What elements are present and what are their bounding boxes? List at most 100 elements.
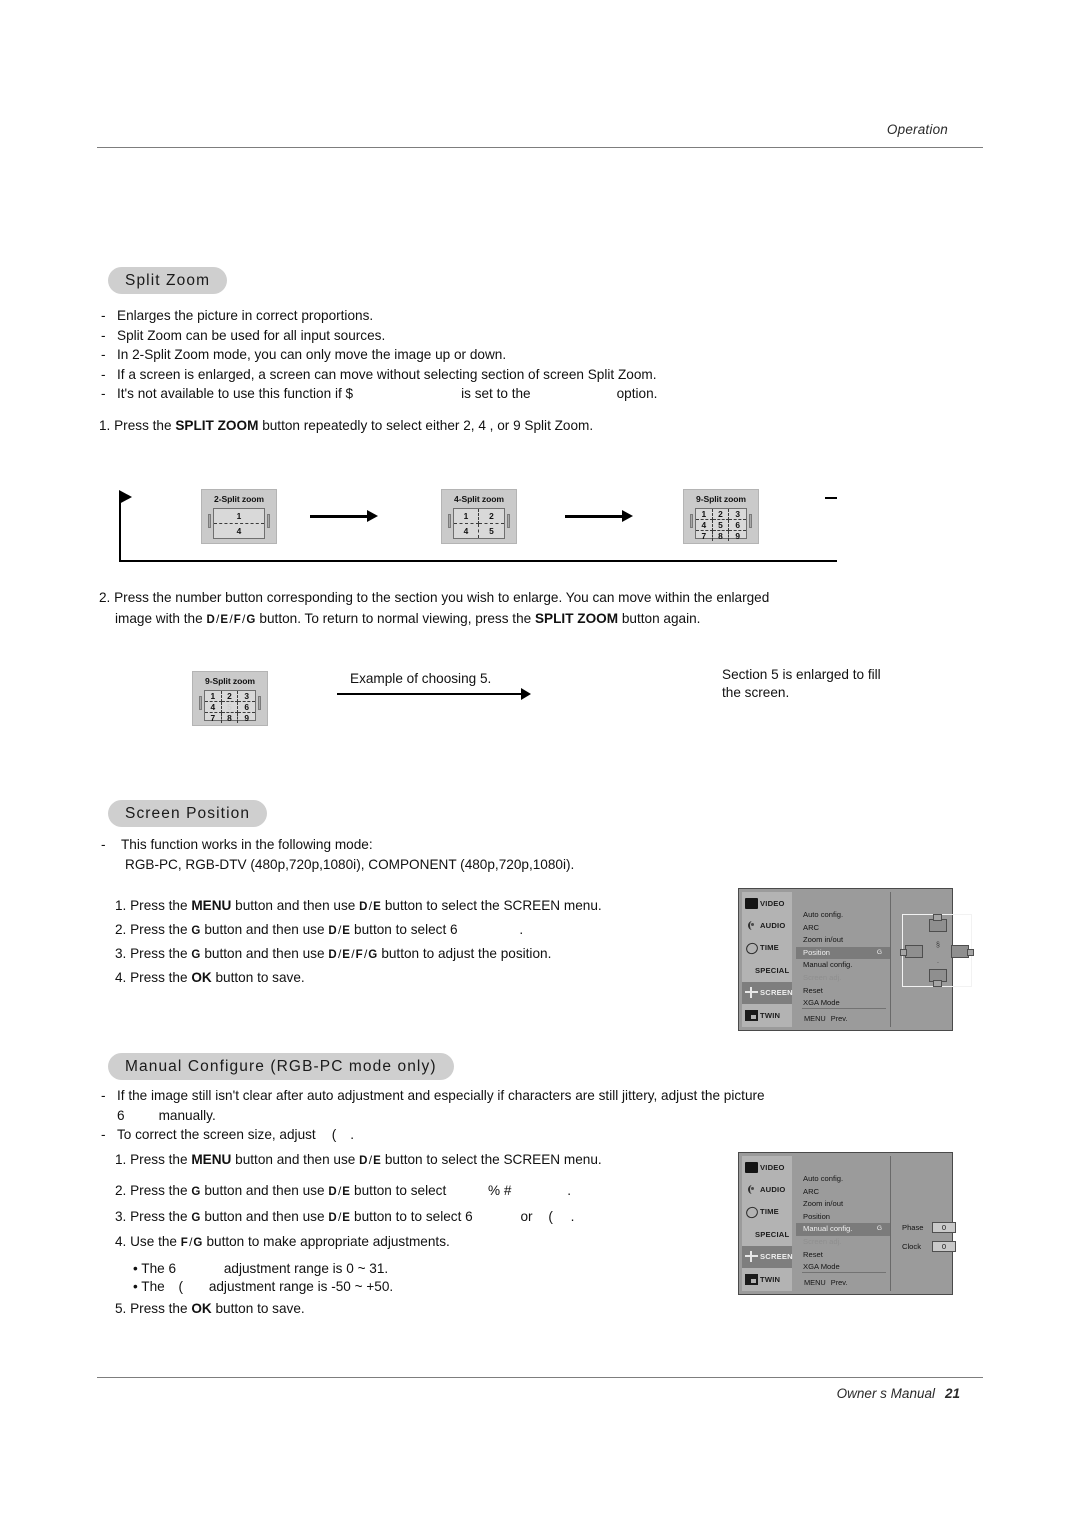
step1-b: button repeatedly to select either 2, 4 … bbox=[262, 418, 594, 433]
osd-prev-label: Prev. bbox=[830, 1278, 848, 1287]
osd-menu-label: Reset bbox=[803, 1249, 823, 1259]
step-suffix: button to make appropriate adjustments. bbox=[206, 1234, 450, 1249]
list-item: Enlarges the picture in correct proporti… bbox=[99, 306, 657, 326]
osd-menu-item-zoom-in-out[interactable]: Zoom in/out bbox=[796, 1198, 890, 1211]
osd-sidebar-item-time[interactable]: TIME bbox=[742, 1201, 792, 1223]
tile-grid: 1 2 3 4 5 6 7 8 9 bbox=[204, 690, 256, 723]
split-zoom-step-1: 1. Press the SPLIT ZOOM button repeatedl… bbox=[99, 416, 593, 436]
osd-menu-label: Manual config. bbox=[803, 960, 853, 970]
osd-sidebar-item-special[interactable]: SPECIAL bbox=[742, 1223, 792, 1245]
step2-a: image with the bbox=[115, 611, 203, 626]
grid-cell: 1 bbox=[454, 509, 479, 524]
tile-caption: 4-Split zoom bbox=[454, 494, 504, 504]
menu-button-name: MENU bbox=[191, 898, 232, 913]
osd-sidebar-item-audio[interactable]: AUDIO bbox=[742, 914, 792, 936]
step-mid: button and then use bbox=[204, 946, 325, 961]
osd-menu-item-position[interactable]: Position G bbox=[796, 946, 890, 960]
osd-sidebar-item-time[interactable]: TIME bbox=[742, 937, 792, 959]
shift-right-icon[interactable] bbox=[951, 945, 974, 958]
note2-a: To correct the screen size, adjust bbox=[117, 1127, 316, 1143]
osd-sidebar-item-screen[interactable]: SCREEN bbox=[742, 1245, 793, 1268]
osd-sidebar-label: TWIN bbox=[760, 1010, 781, 1020]
list-item: To correct the screen size, adjust (. bbox=[99, 1125, 765, 1145]
tv-nub-left bbox=[448, 514, 451, 528]
key-right-icon: G bbox=[246, 614, 256, 626]
shift-up-icon[interactable] bbox=[929, 914, 947, 932]
step-suffix: button to adjust the position. bbox=[381, 946, 552, 961]
list-item-continued: 6 manually. bbox=[99, 1106, 765, 1126]
osd-menu-divider bbox=[802, 1272, 886, 1273]
osd-menu-item-auto-config[interactable]: Auto config. bbox=[796, 1173, 890, 1186]
footer-divider bbox=[97, 1377, 983, 1378]
osd-menu-item-zoom-in-out[interactable]: Zoom in/out bbox=[796, 934, 890, 947]
list-item: Split Zoom can be used for all input sou… bbox=[99, 326, 657, 346]
time-icon bbox=[745, 1206, 758, 1217]
screen-position-step-1: 1. Press the MENU button and then use D/… bbox=[115, 896, 602, 918]
step-mid: button and then use bbox=[204, 1183, 325, 1198]
osd-sidebar-item-special[interactable]: SPECIAL bbox=[742, 959, 792, 981]
osd-menu-panel: Auto config. ARC Zoom in/out Position Ma… bbox=[796, 1156, 891, 1291]
grid-cell-selected: 5 bbox=[221, 702, 239, 713]
list-item: In 2-Split Zoom mode, you can only move … bbox=[99, 345, 657, 365]
osd-menu-item-manual-config[interactable]: Manual config. bbox=[796, 959, 890, 972]
step-prefix: 2. Press the bbox=[115, 1183, 188, 1198]
screen-position-note: This function works in the following mod… bbox=[99, 835, 574, 874]
phase-value[interactable]: 0 bbox=[932, 1222, 956, 1233]
osd-sidebar-item-video[interactable]: VIDEO bbox=[742, 1156, 792, 1178]
osd-sidebar-item-video[interactable]: VIDEO bbox=[742, 892, 792, 914]
osd-prev-hint: MENU Prev. bbox=[804, 1014, 847, 1023]
osd-prev-hint: MENU Prev. bbox=[804, 1278, 847, 1287]
osd-sidebar-label: SPECIAL bbox=[755, 1229, 790, 1239]
osd-sidebar-item-screen[interactable]: SCREEN bbox=[742, 981, 793, 1004]
grid-cell: 4 bbox=[205, 702, 222, 713]
osd-prev-key: MENU bbox=[804, 1278, 826, 1287]
split-zoom-button-name: SPLIT ZOOM bbox=[534, 611, 619, 626]
key-right-icon: G bbox=[191, 1186, 201, 1198]
clock-setting-row: Clock 0 bbox=[902, 1241, 956, 1252]
clock-value[interactable]: 0 bbox=[932, 1241, 956, 1252]
osd-menu-item-arc[interactable]: ARC bbox=[796, 922, 890, 935]
osd-menu-label: Auto config. bbox=[803, 1174, 844, 1183]
manual-configure-heading: Manual Configure (RGB-PC mode only) bbox=[108, 1053, 454, 1080]
tv-nub-left bbox=[690, 514, 693, 528]
osd-menu-item-manual-config[interactable]: Manual config. G bbox=[796, 1223, 890, 1236]
osd-detail-panel: Phase 0 Clock 0 bbox=[892, 1156, 956, 1291]
tv-nub-right bbox=[749, 514, 752, 528]
key-down-icon: D bbox=[359, 901, 368, 913]
osd-menu-item-position[interactable]: Position bbox=[796, 1211, 890, 1224]
phase-setting-row: Phase 0 bbox=[902, 1222, 956, 1233]
position-adjust-box: § . bbox=[900, 914, 974, 987]
key-right-icon: G bbox=[193, 1237, 203, 1249]
osd-sidebar-item-twin[interactable]: TWIN bbox=[742, 1268, 792, 1290]
step-mid: button and then use bbox=[204, 1209, 325, 1224]
grid-cell: 2 bbox=[712, 509, 730, 520]
osd-menu-item-reset[interactable]: Reset bbox=[796, 985, 890, 998]
osd-prev-label: Prev. bbox=[830, 1014, 848, 1023]
osd-menu-label: Auto config. bbox=[803, 910, 844, 919]
tile-grid: 1 2 4 5 bbox=[453, 508, 505, 539]
osd-sidebar-item-twin[interactable]: TWIN bbox=[742, 1004, 792, 1026]
osd-sidebar-item-audio[interactable]: AUDIO bbox=[742, 1178, 792, 1200]
step-prefix: 5. Press the bbox=[115, 1301, 188, 1316]
shift-down-icon[interactable] bbox=[929, 969, 947, 987]
osd-sidebar-label: VIDEO bbox=[760, 1162, 785, 1172]
shift-left-icon[interactable] bbox=[900, 945, 923, 958]
osd-menu-item-reset[interactable]: Reset bbox=[796, 1249, 890, 1262]
split-zoom-step-2-line-2: image with the D/E/F/G button. To return… bbox=[115, 609, 700, 631]
step-prefix: 4. Press the bbox=[115, 970, 188, 985]
manual-configure-range-1: • The 6 adjustment range is 0 ~ 31. bbox=[133, 1259, 388, 1279]
osd-sidebar-label: AUDIO bbox=[760, 1185, 786, 1195]
osd-menu-list: Auto config. ARC Zoom in/out Position Ma… bbox=[796, 1173, 890, 1274]
key-left-icon: F bbox=[180, 1237, 189, 1249]
list-item-continued: RGB-PC, RGB-DTV (480p,720p,1080i), COMPO… bbox=[125, 856, 575, 872]
tv-nub-left bbox=[199, 696, 202, 710]
tile-4-split: 4-Split zoom 1 2 4 5 bbox=[441, 489, 517, 544]
missing-glyph: 6 bbox=[117, 1107, 125, 1123]
osd-prev-key: MENU bbox=[804, 1014, 826, 1023]
osd-menu-item-auto-config[interactable]: Auto config. bbox=[796, 909, 890, 922]
grid-cell: 5 bbox=[712, 520, 730, 531]
ok-button-name: OK bbox=[191, 970, 212, 985]
split-zoom-step-2-line-1: 2. Press the number button corresponding… bbox=[99, 590, 770, 605]
osd-menu-item-arc[interactable]: ARC bbox=[796, 1186, 890, 1199]
missing-glyph: ( bbox=[331, 1127, 337, 1143]
